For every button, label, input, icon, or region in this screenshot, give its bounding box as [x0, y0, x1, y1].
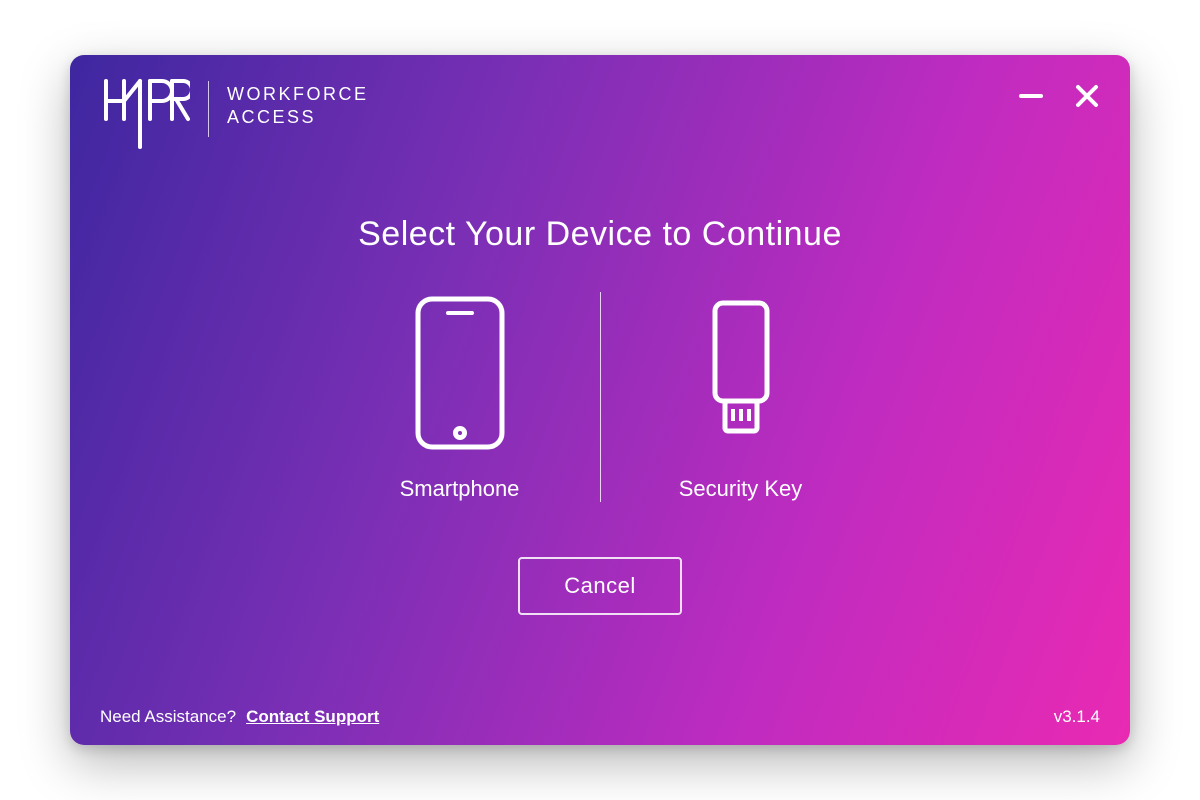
brand-text: WORKFORCE ACCESS [227, 83, 369, 128]
brand-block: WORKFORCE ACCESS [100, 77, 369, 162]
brand-line-2: ACCESS [227, 106, 369, 129]
option-smartphone-label: Smartphone [400, 476, 520, 502]
page-heading: Select Your Device to Continue [358, 215, 842, 254]
cancel-button[interactable]: Cancel [518, 557, 681, 615]
close-button[interactable] [1074, 83, 1100, 109]
device-options: Smartphone Security Key [380, 292, 821, 502]
option-security-key[interactable]: Security Key [661, 293, 821, 502]
titlebar: WORKFORCE ACCESS [70, 55, 1130, 165]
content-area: Select Your Device to Continue Smartphon… [70, 215, 1130, 615]
footer-left: Need Assistance? Contact Support [100, 707, 379, 727]
hypr-logo-icon [100, 77, 190, 162]
option-divider [600, 292, 601, 502]
window-controls [1018, 83, 1100, 109]
assist-prompt: Need Assistance? [100, 707, 236, 727]
brand-line-1: WORKFORCE [227, 83, 369, 106]
contact-support-link[interactable]: Contact Support [246, 707, 379, 727]
option-security-key-label: Security Key [679, 476, 803, 502]
smartphone-icon [410, 293, 510, 458]
brand-divider [208, 81, 209, 137]
footer: Need Assistance? Contact Support v3.1.4 [100, 707, 1100, 727]
auth-window: WORKFORCE ACCESS Select Your Device to C… [70, 55, 1130, 745]
minimize-button[interactable] [1018, 83, 1044, 109]
version-label: v3.1.4 [1054, 707, 1100, 727]
option-smartphone[interactable]: Smartphone [380, 293, 540, 502]
security-key-icon [691, 293, 791, 458]
